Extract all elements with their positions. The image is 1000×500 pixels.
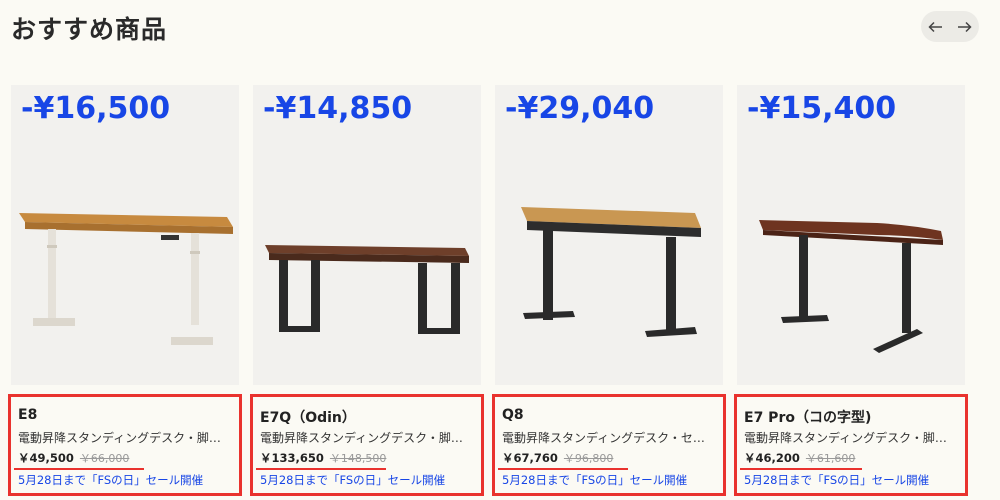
product-description: 電動昇降スタンディングデスク・セ… — [502, 431, 705, 445]
price-underline — [256, 468, 386, 470]
sale-notice[interactable]: 5月28日まで「FSの日」セール開催 — [502, 472, 687, 488]
price-row: ￥67,760 ￥96,800 — [502, 450, 613, 466]
original-price: ￥61,600 — [805, 452, 856, 465]
prev-button[interactable] — [924, 15, 948, 39]
product-info[interactable]: Q8 電動昇降スタンディングデスク・セ… ￥67,760 ￥96,800 5月28… — [492, 394, 726, 496]
original-price: ￥148,500 — [329, 452, 387, 465]
product-card[interactable]: -¥15,400 E7 Pro（コの字型) 電動昇降スタンディングデスク・脚… … — [734, 85, 968, 496]
product-name: E7Q（Odin） — [260, 410, 356, 426]
section-title: おすすめ商品 — [11, 15, 168, 44]
product-info[interactable]: E7Q（Odin） 電動昇降スタンディングデスク・脚… ￥133,650 ￥148… — [250, 394, 484, 496]
product-image[interactable]: -¥14,850 — [253, 85, 481, 385]
carousel-nav — [921, 11, 979, 42]
product-card[interactable]: -¥29,040 Q8 電動昇降スタンディングデスク・セ… ￥67,760 ￥96… — [492, 85, 726, 496]
product-card[interactable]: -¥16,500 E8 電動昇降スタンディングデスク・脚… ￥49,500 ￥66… — [8, 85, 242, 496]
current-price: ￥49,500 — [18, 451, 74, 465]
product-description: 電動昇降スタンディングデスク・脚… — [260, 431, 463, 445]
product-image[interactable]: -¥29,040 — [495, 85, 723, 385]
product-description: 電動昇降スタンディングデスク・脚… — [744, 431, 947, 445]
current-price: ￥133,650 — [260, 451, 324, 465]
price-underline — [740, 468, 862, 470]
desk-image — [759, 220, 943, 353]
product-description: 電動昇降スタンディングデスク・脚… — [18, 431, 221, 445]
price-underline — [498, 468, 628, 470]
sale-notice[interactable]: 5月28日まで「FSの日」セール開催 — [18, 472, 203, 488]
sale-notice[interactable]: 5月28日まで「FSの日」セール開催 — [260, 472, 445, 488]
product-name: E7 Pro（コの字型) — [744, 410, 872, 426]
desk-image — [521, 207, 701, 337]
product-name: E8 — [18, 407, 38, 423]
product-card[interactable]: -¥14,850 E7Q（Odin） 電動昇降スタンディングデスク・脚… ￥13… — [250, 85, 484, 496]
original-price: ￥96,800 — [563, 452, 614, 465]
price-underline — [14, 468, 144, 470]
price-row: ￥46,200 ￥61,600 — [744, 450, 855, 466]
current-price: ￥46,200 — [744, 451, 800, 465]
original-price: ￥66,000 — [79, 452, 130, 465]
price-row: ￥133,650 ￥148,500 — [260, 450, 386, 466]
arrow-right-icon — [958, 21, 972, 32]
price-row: ￥49,500 ￥66,000 — [18, 450, 129, 466]
desk-image — [265, 245, 469, 334]
current-price: ￥67,760 — [502, 451, 558, 465]
arrow-left-icon — [928, 21, 942, 32]
next-button[interactable] — [953, 15, 977, 39]
product-name: Q8 — [502, 407, 524, 423]
sale-notice[interactable]: 5月28日まで「FSの日」セール開催 — [744, 472, 929, 488]
product-info[interactable]: E7 Pro（コの字型) 電動昇降スタンディングデスク・脚… ￥46,200 ￥6… — [734, 394, 968, 496]
desk-image — [19, 213, 233, 345]
product-image[interactable]: -¥16,500 — [11, 85, 239, 385]
product-info[interactable]: E8 電動昇降スタンディングデスク・脚… ￥49,500 ￥66,000 5月28… — [8, 394, 242, 496]
product-image[interactable]: -¥15,400 — [737, 85, 965, 385]
